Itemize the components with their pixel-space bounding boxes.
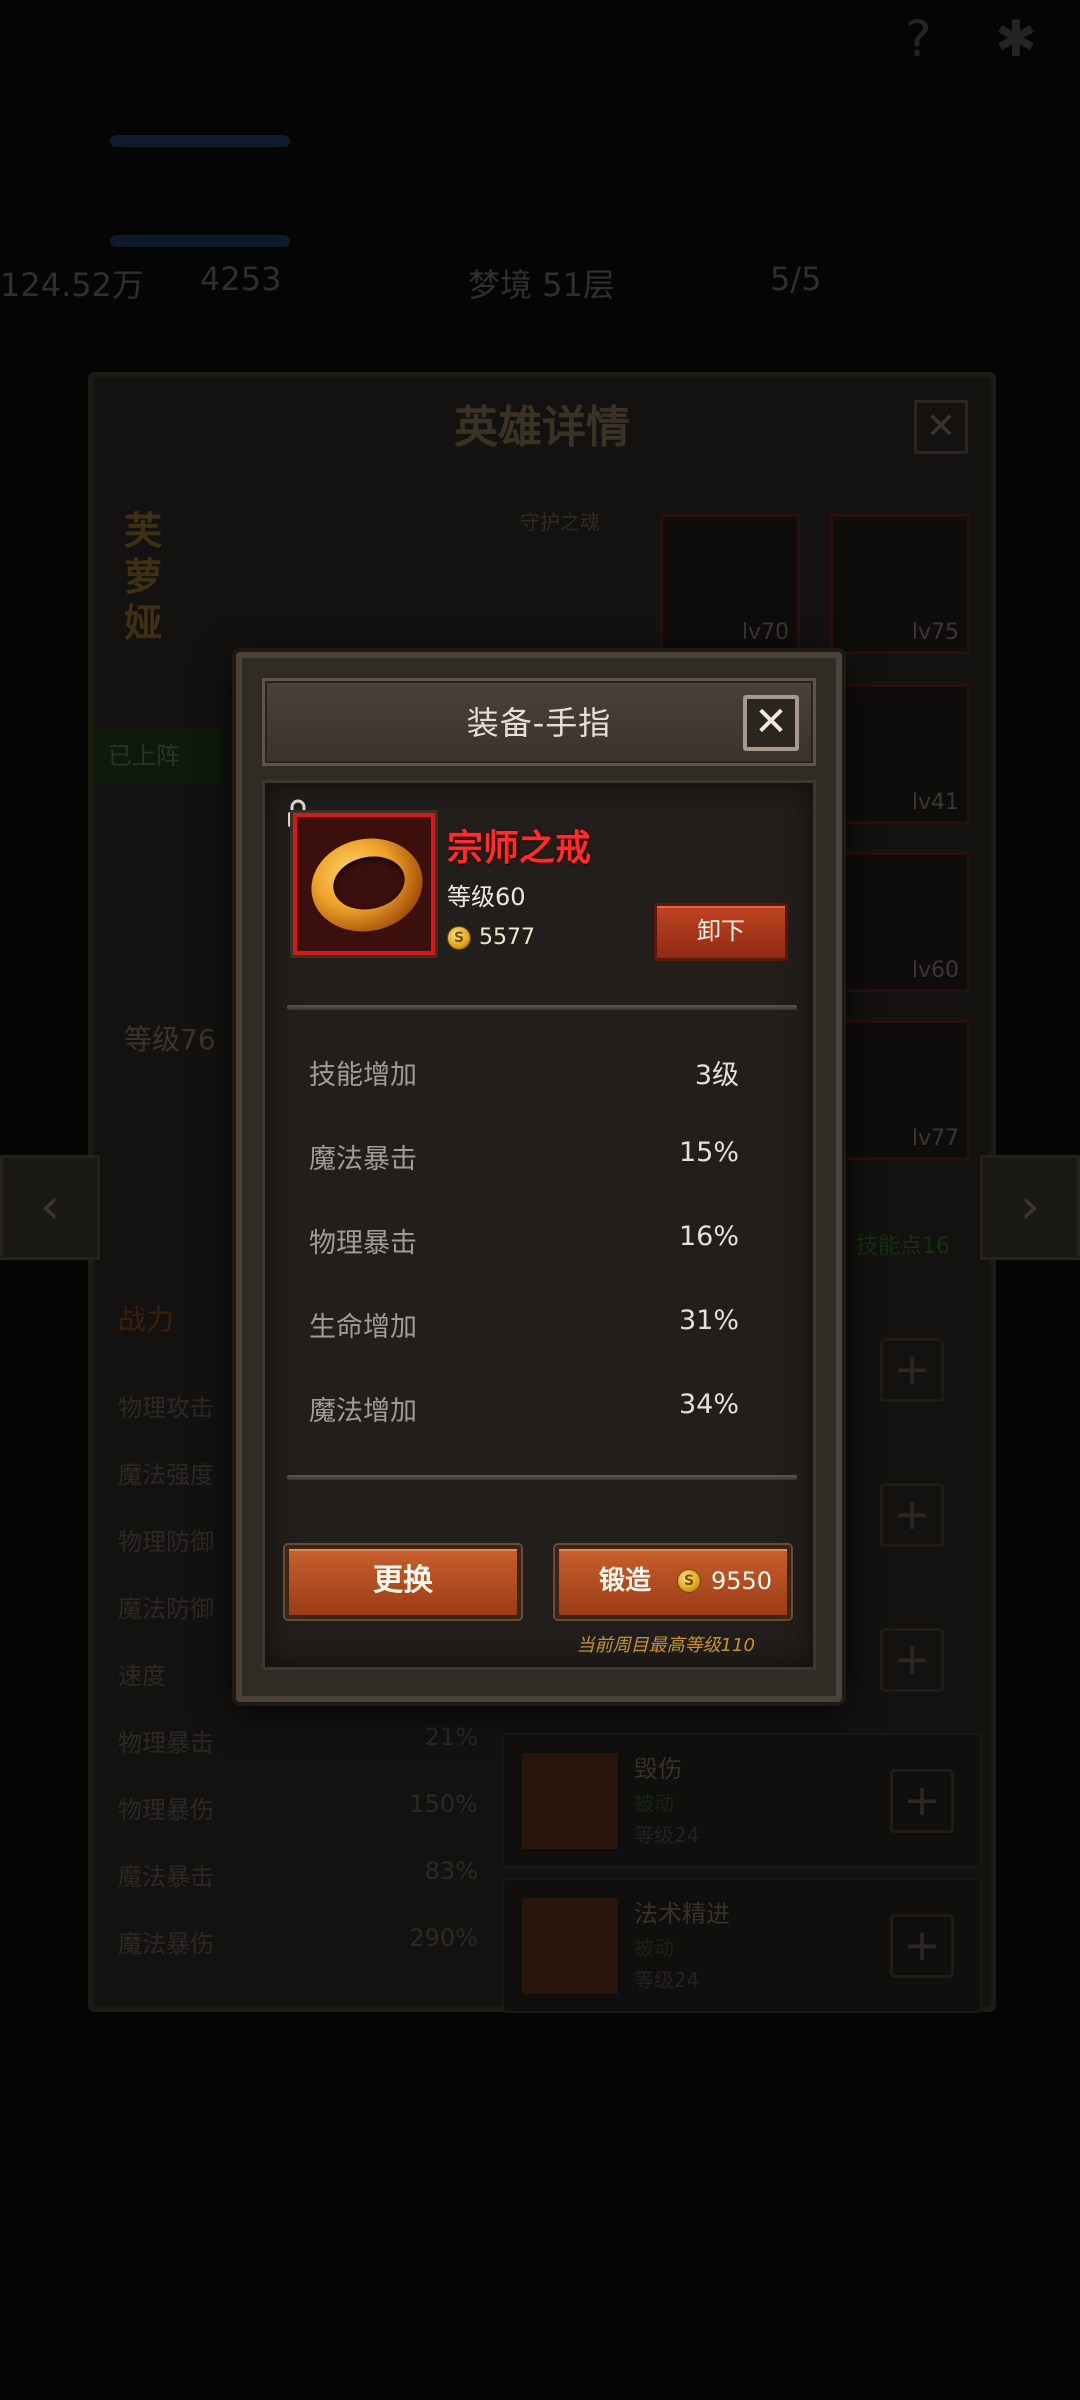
skill-upgrade-button[interactable]: + (880, 1483, 944, 1547)
skill-icon (522, 1898, 618, 1994)
item-stat-label: 物理暴击 (309, 1228, 417, 1259)
equip-slot-level: lv77 (911, 1126, 959, 1151)
item-stat-row: 魔法增加 34% (309, 1389, 739, 1429)
stat-row: 物理暴击 21% (118, 1723, 478, 1757)
skill-points: 技能点16 (856, 1234, 950, 1259)
hp-bar (110, 135, 290, 147)
skill-upgrade-button[interactable]: + (890, 1914, 954, 1978)
skill-icon (522, 1753, 618, 1849)
item-stat-value: 34% (678, 1389, 739, 1420)
equip-slot-body[interactable]: lv41 (830, 684, 970, 824)
item-icon-frame[interactable] (293, 813, 435, 955)
item-stat-row: 魔法暴击 15% (309, 1137, 739, 1177)
divider (287, 1475, 797, 1480)
item-stat-label: 魔法增加 (309, 1396, 417, 1427)
stat-row: 魔法暴击 83% (118, 1857, 478, 1891)
skill-level: 等级24 (634, 1823, 700, 1847)
forge-cost: 9550 (711, 1567, 773, 1595)
equip-slot-level: lv70 (741, 620, 789, 645)
hero-level: 等级76 (124, 1023, 216, 1056)
skill-name: 毁伤 (634, 1755, 682, 1783)
hero-name: 芙萝娅 (124, 509, 163, 645)
skill-card[interactable]: 毁伤 被动 等级24 + (502, 1733, 982, 1868)
item-stat-row: 物理暴击 16% (309, 1221, 739, 1261)
coin-icon: S (447, 926, 471, 950)
equip-slot-shoulder[interactable]: lv75 (830, 514, 970, 654)
item-stat-value: 3级 (694, 1060, 739, 1091)
dialog-title: 装备-手指 (466, 704, 612, 742)
coin-icon: S (677, 1569, 701, 1593)
dialog-header: 装备-手指 ✕ (262, 678, 816, 766)
item-stat-label: 生命增加 (309, 1312, 417, 1343)
top-stats: 124.52万 4253 梦境 51层 5/5 (0, 260, 1080, 304)
divider (287, 1005, 797, 1010)
gold-count: 124.52万 (0, 266, 144, 304)
next-hero-button[interactable]: › (980, 1155, 1080, 1260)
item-level: 等级60 (447, 883, 526, 911)
item-price: S 5577 (447, 925, 535, 950)
stat-row: 魔法暴伤 290% (118, 1924, 478, 1958)
max-level-note: 当前周目最高等级110 (576, 1635, 755, 1656)
item-stat-row: 技能增加 3级 (309, 1053, 739, 1093)
equip-slot-level: lv41 (911, 790, 959, 815)
equip-slot-feet[interactable]: lv77 (830, 1020, 970, 1160)
deployed-badge: 已上阵 (94, 728, 224, 784)
team-count: 5/5 (770, 260, 822, 298)
equip-slot-head[interactable]: lv70 (660, 514, 800, 654)
equip-slot-finger[interactable]: lv60 (830, 852, 970, 992)
forge-button[interactable]: 锻造 S 9550 (555, 1545, 791, 1619)
item-stat-value: 16% (678, 1221, 739, 1252)
skill-type: 被动 (634, 1791, 674, 1815)
skill-card[interactable]: 法术精进 被动 等级24 + (502, 1878, 982, 2013)
equip-slot-level: lv75 (911, 620, 959, 645)
item-stat-row: 生命增加 31% (309, 1305, 739, 1345)
panel-close-button[interactable]: ✕ (914, 400, 968, 454)
panel-title: 英雄详情 (454, 402, 630, 453)
item-stat-value: 31% (678, 1305, 739, 1336)
close-button[interactable]: ✕ (743, 695, 799, 751)
equip-slot-level: lv60 (911, 958, 959, 983)
settings-icon: ✱ (995, 10, 1037, 68)
prev-hero-button[interactable]: ‹ (0, 1155, 100, 1260)
item-stat-label: 技能增加 (309, 1060, 417, 1091)
item-stat-value: 15% (678, 1137, 739, 1168)
forge-label: 锻造 (599, 1566, 652, 1596)
item-price-value: 5577 (479, 925, 535, 950)
skill-upgrade-button[interactable]: + (880, 1338, 944, 1402)
item-name: 宗师之戒 (447, 828, 592, 869)
skill-upgrade-button[interactable]: + (880, 1628, 944, 1692)
skill-upgrade-button[interactable]: + (890, 1769, 954, 1833)
skill-level: 等级24 (634, 1968, 700, 1992)
mp-bar (110, 235, 290, 247)
equipment-dialog: 装备-手指 ✕ 宗师之戒 等级60 S 5577 卸下 技能增加 3级 魔法暴击 … (236, 652, 842, 1702)
dream-floor: 梦境 51层 (468, 266, 615, 304)
replace-button[interactable]: 更换 (285, 1545, 521, 1619)
help-icon: ? (905, 10, 932, 68)
gem-count: 4253 (200, 260, 282, 298)
skill-type: 被动 (634, 1936, 674, 1960)
unequip-button[interactable]: 卸下 (654, 903, 788, 961)
guardian-soul-label: 守护之魂 (520, 510, 600, 534)
item-stat-label: 魔法暴击 (309, 1144, 417, 1175)
stat-row: 物理暴伤 150% (118, 1790, 478, 1824)
skill-name: 法术精进 (634, 1900, 730, 1928)
dialog-body: 宗师之戒 等级60 S 5577 卸下 技能增加 3级 魔法暴击 15% 物理暴击… (262, 780, 816, 1670)
